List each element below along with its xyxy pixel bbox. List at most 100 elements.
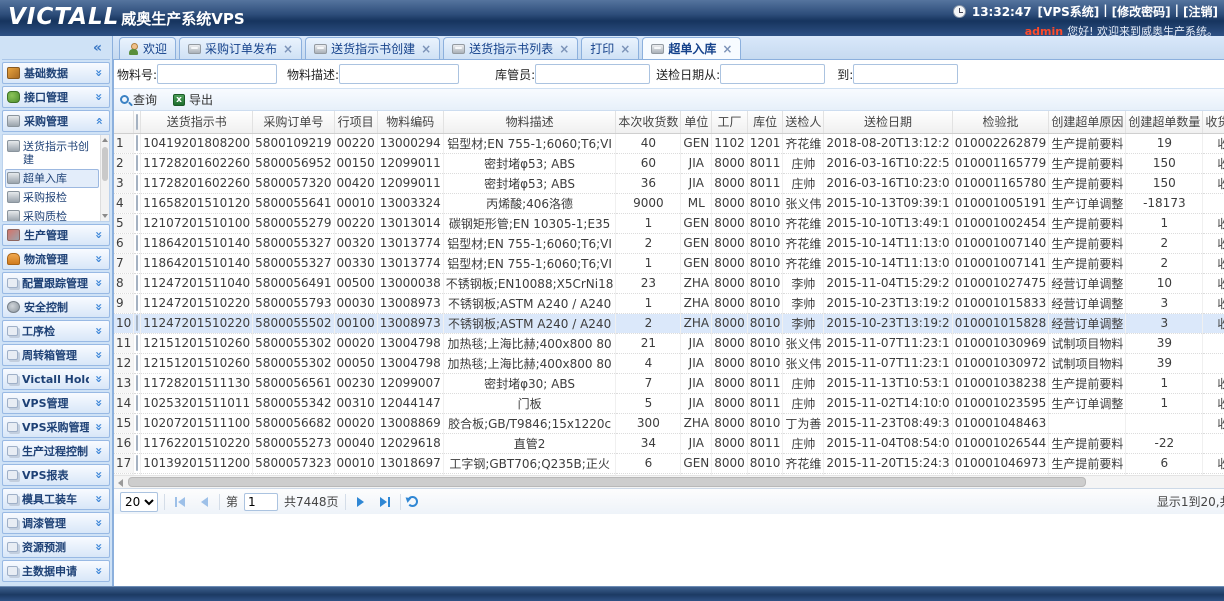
tab-over-order-inbound[interactable]: 超单入库× bbox=[642, 37, 741, 59]
table-row[interactable]: 131172820151113058000565610023012099007密… bbox=[114, 373, 1224, 393]
sidebar-item-vps-mgmt[interactable]: VPS管理» bbox=[2, 392, 110, 414]
close-tab-icon[interactable]: × bbox=[559, 44, 569, 54]
table-row[interactable]: 151020720151110058000566820002013008869胶… bbox=[114, 413, 1224, 433]
horizontal-scroll-thumb[interactable] bbox=[128, 477, 1086, 487]
table-row[interactable]: 11041920180820058001092190022013000294铝型… bbox=[114, 133, 1224, 153]
select-all-checkbox[interactable] bbox=[136, 114, 138, 130]
column-header[interactable]: 收货超单原因 bbox=[1203, 111, 1224, 133]
table-row[interactable]: 71186420151014058000553270033013013774铝型… bbox=[114, 253, 1224, 273]
column-header[interactable]: 送检日期 bbox=[824, 111, 952, 133]
row-checkbox[interactable] bbox=[136, 175, 138, 191]
column-header[interactable]: 库位 bbox=[747, 111, 783, 133]
column-header[interactable]: 工厂 bbox=[712, 111, 748, 133]
column-header[interactable]: 本次收货数 bbox=[616, 111, 681, 133]
column-header[interactable]: 单位 bbox=[681, 111, 712, 133]
sidebar-item-logistics[interactable]: 物流管理» bbox=[2, 248, 110, 270]
close-tab-icon[interactable]: × bbox=[421, 44, 431, 54]
sidebar-item-resource-forecast[interactable]: 资源预测» bbox=[2, 536, 110, 558]
filter-input-inspect-date-to[interactable] bbox=[853, 64, 958, 84]
scroll-down-icon[interactable] bbox=[102, 214, 108, 218]
column-header[interactable]: 创建超单原因 bbox=[1049, 111, 1126, 133]
row-checkbox[interactable] bbox=[136, 135, 138, 151]
close-tab-icon[interactable]: × bbox=[283, 44, 293, 54]
query-button[interactable]: 查询 bbox=[120, 91, 157, 108]
scroll-left-icon[interactable] bbox=[118, 479, 123, 487]
last-page-button[interactable] bbox=[376, 493, 394, 511]
vps-system-link[interactable]: [VPS系统] bbox=[1038, 3, 1100, 20]
row-checkbox[interactable] bbox=[136, 375, 138, 391]
sidebar-item-interface[interactable]: 接口管理» bbox=[2, 86, 110, 108]
collapse-sidebar-icon[interactable]: « bbox=[93, 40, 102, 56]
column-header[interactable]: 采购订单号 bbox=[253, 111, 334, 133]
sidebar-item-paint-mgmt[interactable]: 调漆管理» bbox=[2, 512, 110, 534]
logout-link[interactable]: [注销] bbox=[1183, 3, 1218, 20]
tab-welcome[interactable]: 欢迎 bbox=[119, 37, 176, 59]
table-row[interactable]: 51210720151010058000552790022013013014碳钢… bbox=[114, 213, 1224, 233]
row-checkbox[interactable] bbox=[136, 355, 138, 371]
horizontal-scrollbar[interactable] bbox=[114, 475, 1224, 488]
submenu-item-over-order-inbound[interactable]: 超单入库 bbox=[5, 169, 99, 188]
export-button[interactable]: x 导出 bbox=[173, 91, 213, 108]
column-header[interactable]: 物料编码 bbox=[377, 111, 443, 133]
column-header[interactable]: 送检人 bbox=[783, 111, 824, 133]
row-checkbox[interactable] bbox=[136, 235, 138, 251]
submenu-scrollbar[interactable] bbox=[100, 135, 109, 221]
tab-delivery-create[interactable]: 送货指示书创建× bbox=[305, 37, 440, 59]
table-row[interactable]: 41165820151012058000556410001013003324丙烯… bbox=[114, 193, 1224, 213]
table-row[interactable]: 121215120151026058000553020005013004798加… bbox=[114, 353, 1224, 373]
page-size-select[interactable]: 20 bbox=[120, 492, 158, 512]
sidebar-item-config-trace[interactable]: 配置跟踪管理» bbox=[2, 272, 110, 294]
row-checkbox[interactable] bbox=[136, 415, 138, 431]
row-checkbox[interactable] bbox=[136, 215, 138, 231]
row-checkbox[interactable] bbox=[136, 335, 138, 351]
filter-input-material-desc[interactable] bbox=[339, 64, 459, 84]
table-row[interactable]: 161176220151022058000552730004012029618直… bbox=[114, 433, 1224, 453]
row-checkbox[interactable] bbox=[136, 155, 138, 171]
change-password-link[interactable]: [修改密码] bbox=[1112, 3, 1171, 20]
sidebar-item-prod-process[interactable]: 生产过程控制» bbox=[2, 440, 110, 462]
sidebar-item-base-data[interactable]: 基础数据» bbox=[2, 62, 110, 84]
column-header[interactable]: 物料描述 bbox=[443, 111, 616, 133]
row-checkbox[interactable] bbox=[136, 315, 138, 331]
table-row[interactable]: 61186420151014058000553270032013013774铝型… bbox=[114, 233, 1224, 253]
row-checkbox[interactable] bbox=[136, 255, 138, 271]
tab-po-publish[interactable]: 采购订单发布× bbox=[179, 37, 302, 59]
sidebar-item-purchase[interactable]: 采购管理» bbox=[2, 110, 110, 132]
page-number-input[interactable] bbox=[244, 493, 278, 511]
first-page-button[interactable] bbox=[171, 493, 189, 511]
sidebar-item-victall-holding[interactable]: Victall Holding» bbox=[2, 368, 110, 390]
tab-print[interactable]: 打印× bbox=[581, 37, 639, 59]
filter-input-warehouse-keeper[interactable] bbox=[535, 64, 650, 84]
table-row[interactable]: 141025320151101158000553420031012044147门… bbox=[114, 393, 1224, 413]
row-checkbox[interactable] bbox=[136, 455, 138, 471]
row-checkbox[interactable] bbox=[136, 275, 138, 291]
next-page-button[interactable] bbox=[352, 493, 370, 511]
column-header[interactable]: 检验批 bbox=[952, 111, 1049, 133]
submenu-scroll-thumb[interactable] bbox=[102, 147, 108, 181]
close-tab-icon[interactable]: × bbox=[722, 44, 732, 54]
previous-page-button[interactable] bbox=[195, 493, 213, 511]
scroll-up-icon[interactable] bbox=[102, 138, 108, 142]
table-row[interactable]: 101124720151022058000555020010013008973不… bbox=[114, 313, 1224, 333]
table-row[interactable]: 31172820160226058000573200042012099011密封… bbox=[114, 173, 1224, 193]
table-row[interactable]: 111215120151026058000553020002013004798加… bbox=[114, 333, 1224, 353]
submenu-item-purchase-inspection[interactable]: 采购报检 bbox=[5, 188, 99, 207]
table-row[interactable]: 81124720151104058000564910050013000038不锈… bbox=[114, 273, 1224, 293]
table-row[interactable]: 171013920151120058000573230001013018697工… bbox=[114, 453, 1224, 473]
table-row[interactable]: 91124720151022058000557930003013008973不锈… bbox=[114, 293, 1224, 313]
refresh-icon[interactable] bbox=[407, 496, 418, 507]
row-checkbox[interactable] bbox=[136, 435, 138, 451]
submenu-item-delivery-note-create[interactable]: 送货指示书创建 bbox=[5, 137, 99, 169]
sidebar-item-process-check[interactable]: 工序检» bbox=[2, 320, 110, 342]
sidebar-item-safety[interactable]: 安全控制» bbox=[2, 296, 110, 318]
row-checkbox[interactable] bbox=[136, 195, 138, 211]
close-tab-icon[interactable]: × bbox=[620, 44, 630, 54]
sidebar-item-production[interactable]: 生产管理» bbox=[2, 224, 110, 246]
column-header[interactable]: 创建超单数量 bbox=[1126, 111, 1203, 133]
table-row[interactable]: 21172820160226058000569520015012099011密封… bbox=[114, 153, 1224, 173]
column-header[interactable]: 行项目 bbox=[334, 111, 377, 133]
sidebar-item-vps-report[interactable]: VPS报表» bbox=[2, 464, 110, 486]
sidebar-item-vps-purchase[interactable]: VPS采购管理» bbox=[2, 416, 110, 438]
filter-input-inspect-date-from[interactable] bbox=[720, 64, 825, 84]
tab-delivery-list[interactable]: 送货指示书列表× bbox=[443, 37, 578, 59]
